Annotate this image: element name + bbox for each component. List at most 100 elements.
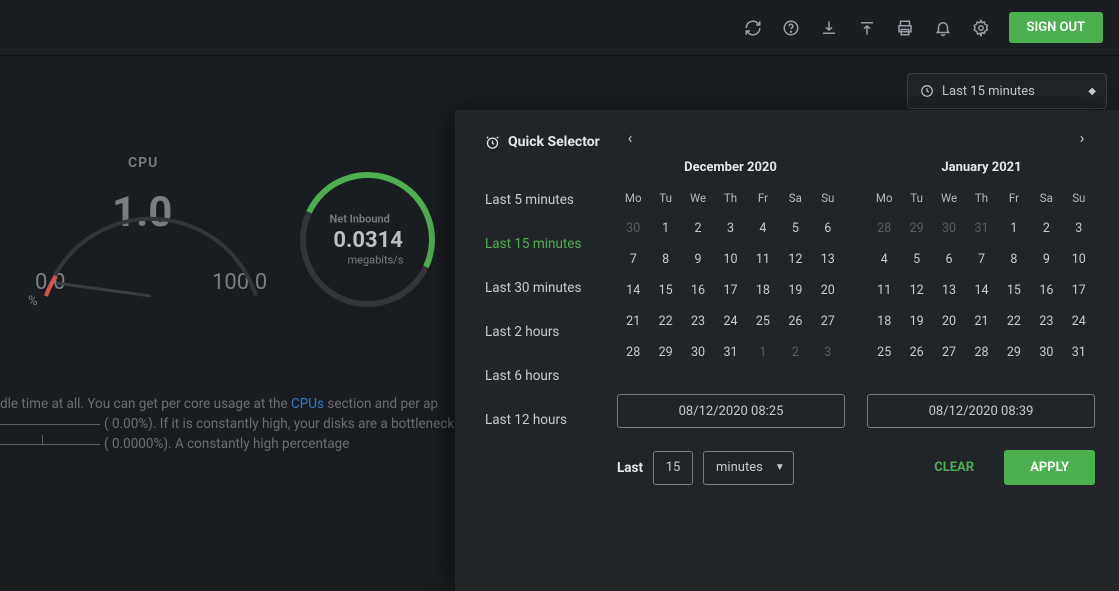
calendar-day[interactable]: 31: [1063, 337, 1095, 368]
calendar-day[interactable]: 30: [1030, 337, 1062, 368]
calendar-day[interactable]: 15: [998, 275, 1030, 306]
day-of-week: We: [682, 187, 714, 213]
calendar-day[interactable]: 23: [682, 306, 714, 337]
calendar-day[interactable]: 2: [1030, 213, 1062, 244]
calendar-day[interactable]: 22: [649, 306, 681, 337]
quick-item[interactable]: Last 15 minutes: [485, 222, 617, 266]
help-icon[interactable]: [781, 18, 801, 38]
calendar-day[interactable]: 30: [617, 213, 649, 244]
calendar-day[interactable]: 3: [812, 337, 844, 368]
calendar-day[interactable]: 14: [965, 275, 997, 306]
signout-button[interactable]: SIGN OUT: [1009, 12, 1103, 43]
calendar-day[interactable]: 28: [617, 337, 649, 368]
calendar-day[interactable]: 8: [649, 244, 681, 275]
calendar-day[interactable]: 9: [682, 244, 714, 275]
calendar-day[interactable]: 7: [617, 244, 649, 275]
calendar-day[interactable]: 12: [900, 275, 932, 306]
net-unit: megabits/s: [347, 254, 403, 267]
calendar-day[interactable]: 11: [747, 244, 779, 275]
prev-month-button[interactable]: ‹: [619, 126, 641, 148]
calendar-day[interactable]: 27: [812, 306, 844, 337]
calendar-day[interactable]: 4: [868, 244, 900, 275]
calendar-day[interactable]: 20: [933, 306, 965, 337]
calendar-day[interactable]: 3: [714, 213, 746, 244]
calendar-day[interactable]: 10: [1063, 244, 1095, 275]
last-unit-select[interactable]: minutes▼: [703, 451, 794, 485]
calendar-day[interactable]: 16: [1030, 275, 1062, 306]
month-title: January 2021: [868, 154, 1095, 187]
last-value-input[interactable]: [653, 451, 693, 485]
calendar-day[interactable]: 26: [900, 337, 932, 368]
calendar-day[interactable]: 29: [900, 213, 932, 244]
calendar-day[interactable]: 13: [933, 275, 965, 306]
calendar-day[interactable]: 24: [714, 306, 746, 337]
calendar-day[interactable]: 16: [682, 275, 714, 306]
calendar-day[interactable]: 19: [779, 275, 811, 306]
calendar-day[interactable]: 31: [714, 337, 746, 368]
calendar-day[interactable]: 9: [1030, 244, 1062, 275]
calendar-day[interactable]: 23: [1030, 306, 1062, 337]
calendar-day[interactable]: 1: [998, 213, 1030, 244]
range-end-input[interactable]: [867, 394, 1095, 428]
calendar-day[interactable]: 3: [1063, 213, 1095, 244]
calendar-day[interactable]: 13: [812, 244, 844, 275]
calendar-day[interactable]: 15: [649, 275, 681, 306]
print-icon[interactable]: [895, 18, 915, 38]
quick-item[interactable]: Last 5 minutes: [485, 178, 617, 222]
calendar-day[interactable]: 1: [747, 337, 779, 368]
upload-icon[interactable]: [857, 18, 877, 38]
quick-item[interactable]: Last 12 hours: [485, 398, 617, 442]
calendar-day[interactable]: 22: [998, 306, 1030, 337]
calendar-day[interactable]: 21: [965, 306, 997, 337]
calendar-day[interactable]: 2: [779, 337, 811, 368]
quick-item[interactable]: Last 2 hours: [485, 310, 617, 354]
calendar-day[interactable]: 27: [933, 337, 965, 368]
hint-text: dle time at all. You can get per core us…: [0, 394, 469, 454]
calendar-day[interactable]: 5: [900, 244, 932, 275]
calendar-day[interactable]: 11: [868, 275, 900, 306]
quick-item[interactable]: Last 6 hours: [485, 354, 617, 398]
calendar-day[interactable]: 6: [812, 213, 844, 244]
calendar-day[interactable]: 4: [747, 213, 779, 244]
calendar-month-left: December 2020 MoTuWeThFrSaSu 30123456789…: [617, 154, 844, 368]
gear-icon[interactable]: [971, 18, 991, 38]
calendar-day[interactable]: 25: [868, 337, 900, 368]
calendar-day[interactable]: 26: [779, 306, 811, 337]
calendar-day[interactable]: 7: [965, 244, 997, 275]
calendar-day[interactable]: 29: [649, 337, 681, 368]
calendar-day[interactable]: 20: [812, 275, 844, 306]
calendar-day[interactable]: 12: [779, 244, 811, 275]
time-range-selector[interactable]: Last 15 minutes ◆: [907, 73, 1107, 109]
bell-icon[interactable]: [933, 18, 953, 38]
calendar-day[interactable]: 17: [714, 275, 746, 306]
calendar-day[interactable]: 28: [965, 337, 997, 368]
calendar-day[interactable]: 21: [617, 306, 649, 337]
quick-item[interactable]: Last 30 minutes: [485, 266, 617, 310]
range-start-input[interactable]: [617, 394, 845, 428]
calendar-day[interactable]: 25: [747, 306, 779, 337]
calendar-day[interactable]: 30: [682, 337, 714, 368]
clear-button[interactable]: CLEAR: [914, 450, 994, 485]
calendar-day[interactable]: 8: [998, 244, 1030, 275]
refresh-icon[interactable]: [743, 18, 763, 38]
download-icon[interactable]: [819, 18, 839, 38]
cpus-link[interactable]: CPUs: [291, 396, 324, 412]
calendar-day[interactable]: 5: [779, 213, 811, 244]
calendar-day[interactable]: 30: [933, 213, 965, 244]
calendar-day[interactable]: 1: [649, 213, 681, 244]
calendar-day[interactable]: 19: [900, 306, 932, 337]
calendar-day[interactable]: 18: [868, 306, 900, 337]
calendar-day[interactable]: 6: [933, 244, 965, 275]
calendar-day[interactable]: 10: [714, 244, 746, 275]
calendar-day[interactable]: 29: [998, 337, 1030, 368]
calendar-day[interactable]: 24: [1063, 306, 1095, 337]
apply-button[interactable]: APPLY: [1004, 450, 1095, 485]
calendar-day[interactable]: 17: [1063, 275, 1095, 306]
calendar-day[interactable]: 18: [747, 275, 779, 306]
calendar-day[interactable]: 28: [868, 213, 900, 244]
cpu-gauge: [26, 166, 276, 306]
calendar-day[interactable]: 2: [682, 213, 714, 244]
calendar-day[interactable]: 31: [965, 213, 997, 244]
calendar-day[interactable]: 14: [617, 275, 649, 306]
next-month-button[interactable]: ›: [1071, 126, 1093, 148]
